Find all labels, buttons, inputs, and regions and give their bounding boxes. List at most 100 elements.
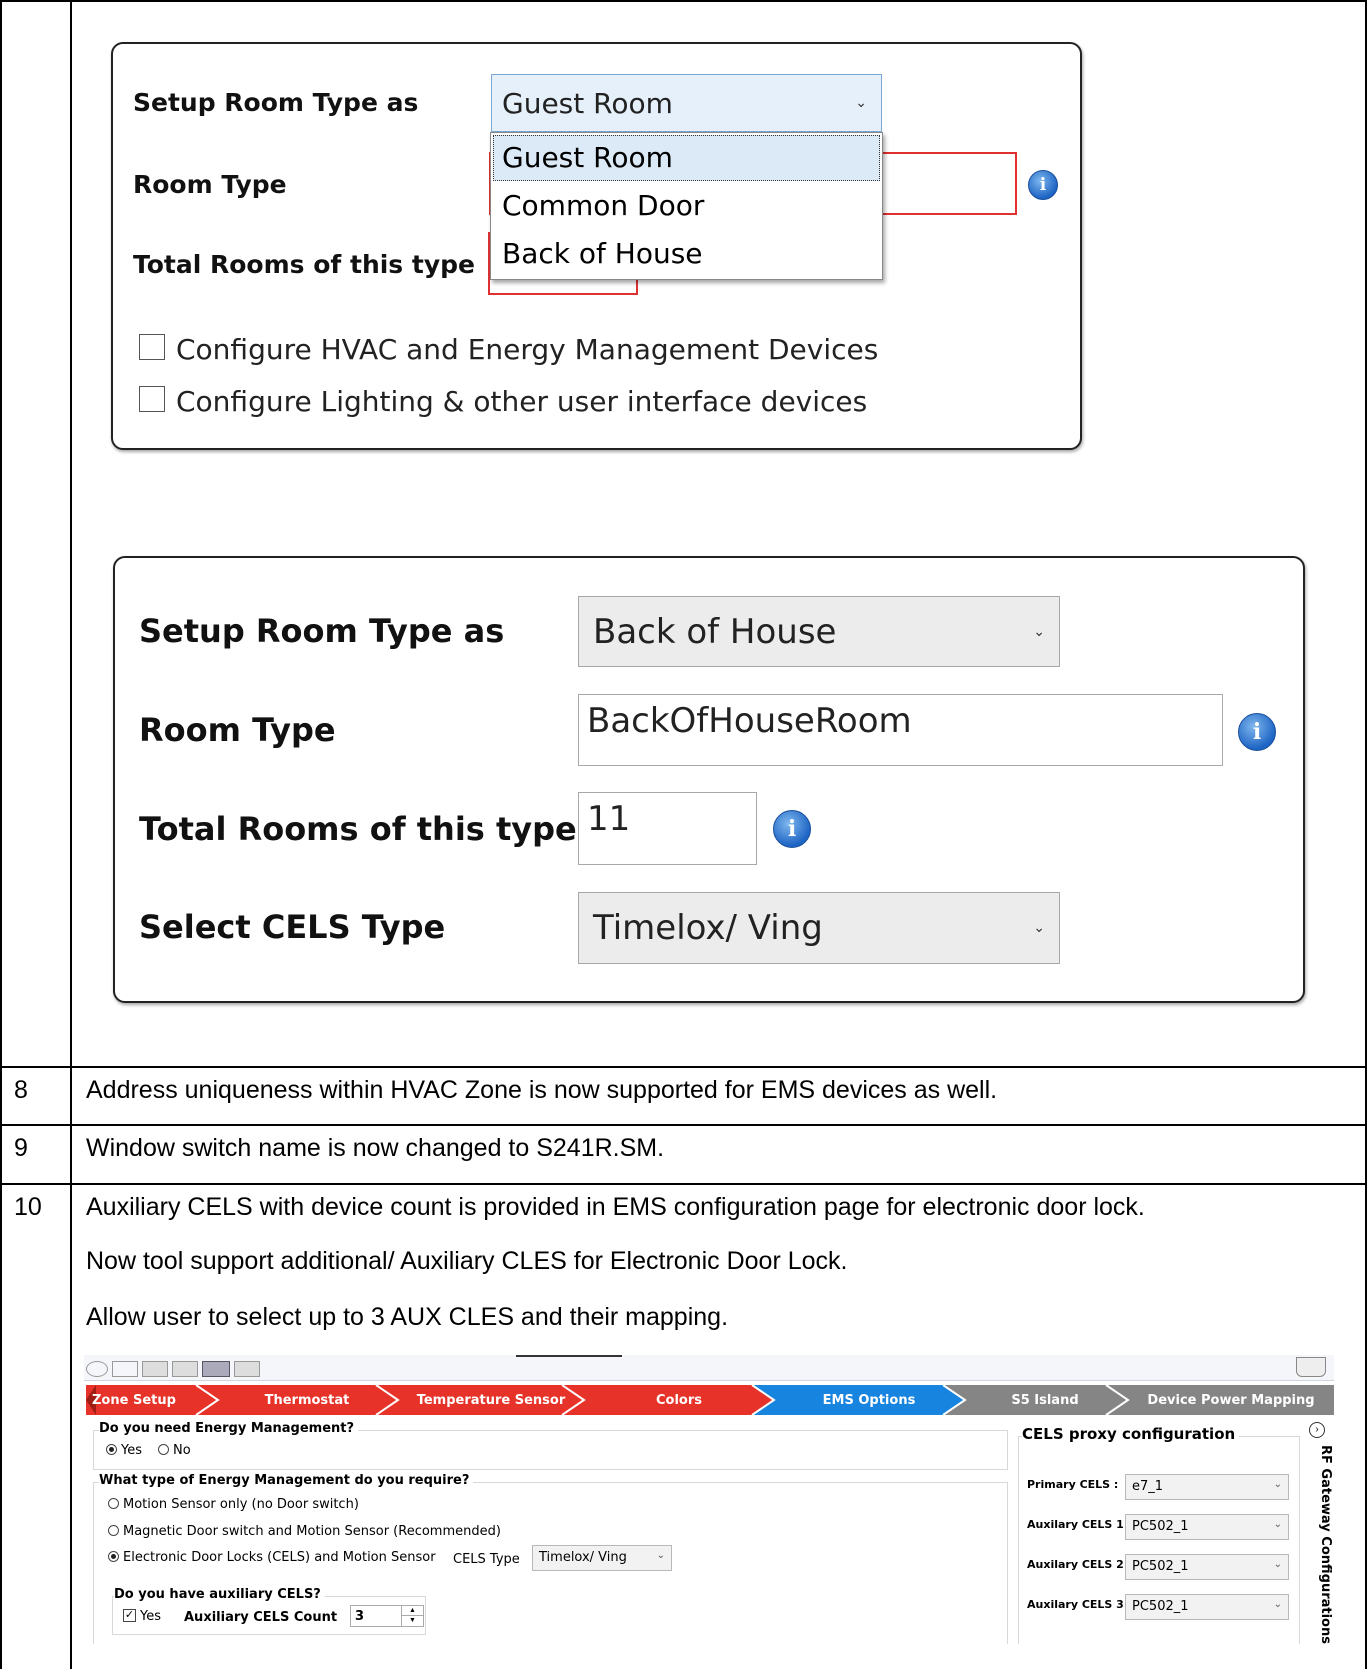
electronic-locks-label: Electronic Door Locks (CELS) and Motion … [123, 1550, 436, 1565]
room-type-input-2[interactable]: BackOfHouseRoom [578, 694, 1223, 766]
aux-cels-3-label: Auxilary CELS 3: [1027, 1598, 1129, 1611]
paste-icon[interactable] [172, 1361, 198, 1377]
primary-cels-select[interactable]: e7_1 ⌄ [1125, 1474, 1289, 1500]
energy-type-question: What type of Energy Management do you re… [99, 1473, 474, 1488]
total-rooms-label: Total Rooms of this type [133, 250, 475, 279]
cut-icon[interactable] [112, 1361, 138, 1377]
chevron-down-icon: ⌄ [1273, 1559, 1282, 1570]
breadcrumb-zone-setup[interactable]: Zone Setup [86, 1385, 186, 1415]
undo-icon[interactable] [86, 1361, 108, 1377]
room-type-dropdown-list: Guest Room Common Door Back of House [490, 132, 883, 280]
row-text-10-line-1: Auxiliary CELS with device count is prov… [86, 1193, 1145, 1221]
expand-icon[interactable]: › [1309, 1422, 1325, 1438]
aux-cels-2-value: PC502_1 [1132, 1559, 1189, 1574]
cels-type-small-value: Timelox/ Ving [539, 1550, 627, 1565]
hvac-checkbox[interactable] [139, 334, 165, 360]
breadcrumb-temperature-sensor[interactable]: Temperature Sensor [398, 1385, 584, 1415]
info-icon[interactable]: i [1028, 170, 1058, 200]
copy-icon[interactable] [142, 1361, 168, 1377]
toolbar-underline [516, 1355, 622, 1357]
cels-type-select[interactable]: Timelox/ Ving ⌄ [578, 892, 1060, 964]
row-text-8: Address uniqueness within HVAC Zone is n… [86, 1076, 998, 1104]
info-icon[interactable]: i [773, 810, 811, 848]
corner-icon[interactable] [1296, 1357, 1326, 1377]
chevron-down-icon: ⌄ [656, 1550, 665, 1561]
cels-type-small-label: CELS Type [453, 1552, 520, 1567]
energy-no-label: No [173, 1443, 191, 1458]
aux-yes-label: Yes [140, 1609, 161, 1624]
export-icon[interactable] [234, 1361, 260, 1377]
row-divider-9 [0, 1124, 1367, 1126]
row-divider-10 [0, 1183, 1367, 1185]
row-text-9: Window switch name is now changed to S24… [86, 1134, 665, 1162]
magnetic-door-radio[interactable]: Magnetic Door switch and Motion Sensor (… [108, 1524, 501, 1539]
breadcrumb-device-power-mapping[interactable]: Device Power Mapping [1128, 1385, 1334, 1415]
room-type-label-2: Room Type [139, 711, 336, 749]
print-icon[interactable] [202, 1361, 230, 1377]
electronic-locks-radio[interactable]: Electronic Door Locks (CELS) and Motion … [108, 1550, 436, 1565]
breadcrumb-thermostat[interactable]: Thermostat [218, 1385, 396, 1415]
aux-cels-3-value: PC502_1 [1132, 1599, 1189, 1614]
aux-cels-question: Do you have auxiliary CELS? [114, 1587, 325, 1602]
aux-cels-3-select[interactable]: PC502_1 ⌄ [1125, 1594, 1289, 1620]
lighting-checkbox-label: Configure Lighting & other user interfac… [176, 385, 868, 418]
hvac-checkbox-label: Configure HVAC and Energy Management Dev… [176, 333, 879, 366]
dropdown-option-common-door[interactable]: Common Door [493, 183, 704, 229]
energy-no-radio[interactable]: No [158, 1443, 191, 1458]
row-text-10-line-2: Now tool support additional/ Auxiliary C… [86, 1247, 848, 1275]
magnetic-door-label: Magnetic Door switch and Motion Sensor (… [123, 1524, 501, 1539]
row-number-8: 8 [14, 1076, 28, 1104]
aux-cels-1-value: PC502_1 [1132, 1519, 1189, 1534]
toolbar-icons [86, 1361, 260, 1377]
breadcrumb-ems-options[interactable]: EMS Options [774, 1385, 964, 1415]
energy-yes-radio[interactable]: Yes [106, 1443, 142, 1458]
aux-yes-checkbox[interactable]: ✓ [123, 1609, 136, 1622]
aux-cels-1-select[interactable]: PC502_1 ⌄ [1125, 1514, 1289, 1540]
total-rooms-label-2: Total Rooms of this type [139, 810, 577, 848]
lighting-checkbox[interactable] [139, 386, 165, 412]
chevron-down-icon: ⌄ [1273, 1519, 1282, 1530]
chevron-down-icon: ⌄ [855, 95, 867, 111]
aux-count-stepper[interactable]: 3 ▲ ▼ [350, 1605, 424, 1627]
breadcrumb-colors[interactable]: Colors [584, 1385, 774, 1415]
cels-type-label: Select CELS Type [139, 908, 446, 946]
chevron-down-icon: ⌄ [1033, 920, 1045, 936]
setup-room-type-label: Setup Room Type as [133, 88, 419, 117]
total-rooms-input-2[interactable]: 11 [578, 792, 757, 865]
table-col-divider [70, 0, 72, 1669]
table-left-border [0, 0, 2, 1669]
stepper-down-icon[interactable]: ▼ [401, 1616, 423, 1626]
table-top-border [0, 0, 1367, 2]
row-number-9: 9 [14, 1134, 28, 1162]
setup-room-type-select[interactable]: Guest Room ⌄ [491, 74, 882, 132]
chevron-down-icon: ⌄ [1273, 1599, 1282, 1610]
cels-proxy-title: CELS proxy configuration [1022, 1425, 1240, 1443]
dropdown-option-guest-room[interactable]: Guest Room [493, 135, 880, 181]
energy-mgmt-group [93, 1430, 1008, 1470]
toolbar-strip [84, 1355, 1334, 1381]
info-icon[interactable]: i [1238, 713, 1276, 751]
row-text-10-line-3: Allow user to select up to 3 AUX CLES an… [86, 1303, 729, 1331]
motion-only-label: Motion Sensor only (no Door switch) [123, 1497, 359, 1512]
row-number-10: 10 [14, 1193, 42, 1221]
energy-mgmt-question: Do you need Energy Management? [99, 1421, 359, 1436]
chevron-down-icon: ⌄ [1033, 623, 1045, 640]
energy-yes-label: Yes [121, 1443, 142, 1458]
aux-count-label: Auxiliary CELS Count [184, 1610, 338, 1625]
primary-cels-value: e7_1 [1132, 1479, 1164, 1494]
setup-room-type-select-2[interactable]: Back of House ⌄ [578, 596, 1060, 667]
setup-room-type-value-2: Back of House [593, 611, 837, 652]
setup-room-type-value: Guest Room [502, 86, 673, 120]
dropdown-option-back-of-house[interactable]: Back of House [493, 231, 703, 277]
aux-cels-2-label: Auxilary CELS 2: [1027, 1558, 1129, 1571]
aux-count-value: 3 [355, 1609, 365, 1624]
motion-only-radio[interactable]: Motion Sensor only (no Door switch) [108, 1497, 359, 1512]
cels-type-small-select[interactable]: Timelox/ Ving ⌄ [532, 1545, 672, 1571]
aux-cels-2-select[interactable]: PC502_1 ⌄ [1125, 1554, 1289, 1580]
stepper-up-icon[interactable]: ▲ [401, 1606, 423, 1616]
cels-type-value: Timelox/ Ving [593, 908, 823, 948]
primary-cels-label: Primary CELS : [1027, 1478, 1119, 1491]
chevron-down-icon: ⌄ [1273, 1479, 1282, 1490]
breadcrumb-s5-island[interactable]: S5 Island [965, 1385, 1125, 1415]
rf-gateway-tab[interactable]: RF Gateway Configurations [1318, 1445, 1333, 1644]
